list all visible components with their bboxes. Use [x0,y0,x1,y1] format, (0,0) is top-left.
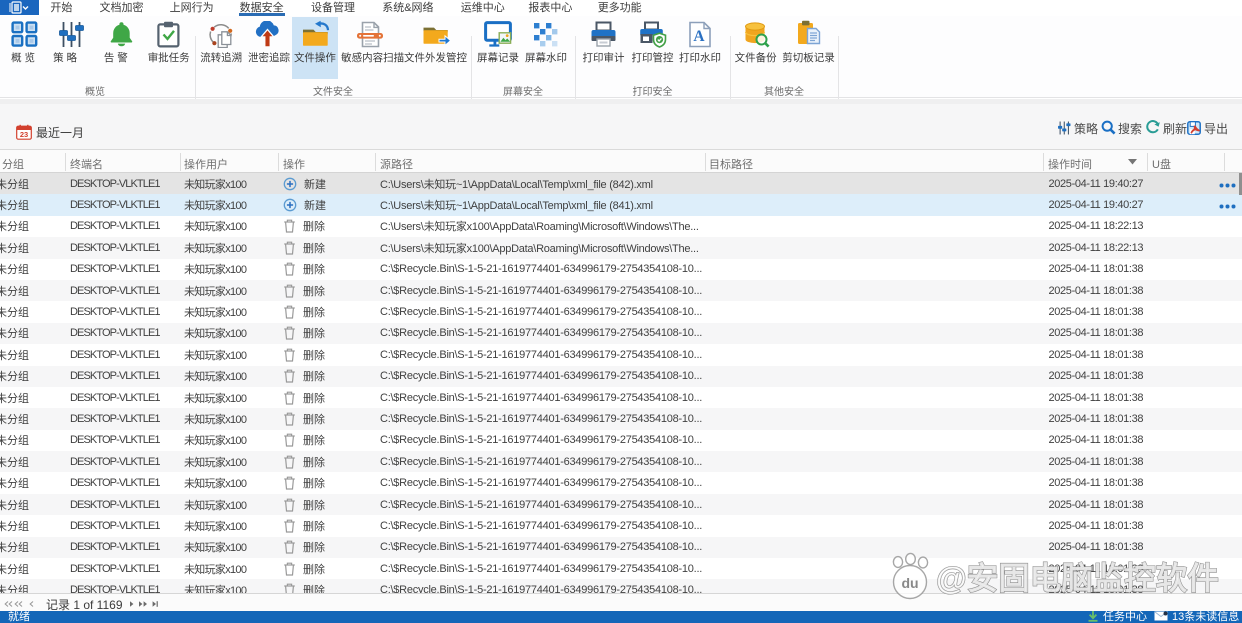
svg-text:du: du [901,575,918,591]
svg-text:23: 23 [20,130,28,139]
svg-text:@安固电脑监控软件: @安固电脑监控软件 [936,560,1219,596]
svg-text:A: A [693,28,705,45]
